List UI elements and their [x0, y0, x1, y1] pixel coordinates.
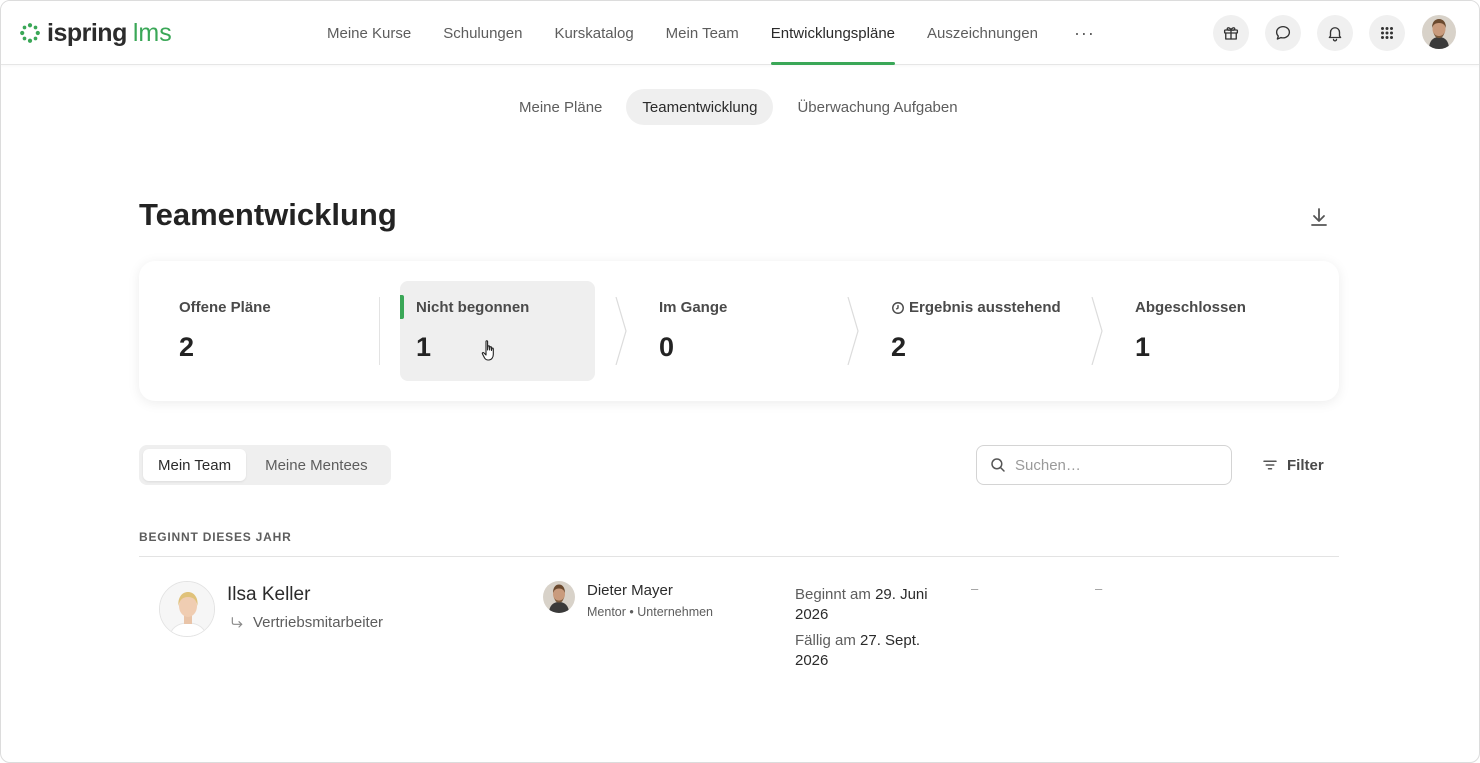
user-avatar[interactable]	[1422, 15, 1456, 49]
start-date-line: Beginnt am 29. Juni 2026	[795, 585, 945, 625]
divider	[379, 297, 380, 365]
plan-dates: Beginnt am 29. Juni 2026 Fällig am 27. S…	[795, 585, 945, 671]
nav-more-button[interactable]: ···	[1054, 1, 1115, 65]
due-date-line: Fällig am 27. Sept. 2026	[795, 631, 945, 671]
stat-value: 1	[1135, 332, 1151, 362]
employee-role-label: Vertriebsmitarbeiter	[253, 614, 384, 631]
chat-button[interactable]	[1265, 15, 1301, 51]
empty-cell: –	[1095, 581, 1103, 596]
employee-avatar	[159, 581, 215, 637]
nav-item-schulungen[interactable]: Schulungen	[427, 1, 538, 65]
user-avatar-image	[1422, 15, 1456, 49]
stat-ergebnis-ausstehend[interactable]: Ergebnis ausstehend 2	[875, 281, 1095, 381]
chevron-divider	[1091, 297, 1103, 365]
bell-icon	[1328, 27, 1342, 42]
stat-value: 2	[179, 332, 195, 362]
top-navigation-bar: ispring lms Meine Kurse Schulungen Kursk…	[1, 1, 1479, 65]
status-summary-card: Offene Pläne 2 Nicht begonnen 1 Im Gange…	[139, 261, 1339, 401]
nav-item-meine-kurse[interactable]: Meine Kurse	[311, 1, 427, 65]
stat-label-row: Ergebnis ausstehend	[891, 299, 1079, 316]
stat-nicht-begonnen[interactable]: Nicht begonnen 1	[400, 281, 595, 381]
stat-value: 2	[891, 332, 907, 362]
stat-label: Offene Pläne	[179, 299, 271, 316]
search-input[interactable]	[1015, 456, 1215, 474]
segment-mein-team[interactable]: Mein Team	[143, 449, 247, 481]
search-box	[976, 445, 1232, 485]
tab-teamentwicklung[interactable]: Teamentwicklung	[626, 89, 774, 125]
due-date-label: Fällig am	[795, 632, 856, 649]
filter-label: Filter	[1287, 456, 1324, 474]
start-date-label: Beginnt am	[795, 586, 871, 603]
nav-item-entwicklungsplaene[interactable]: Entwicklungspläne	[755, 1, 911, 65]
nav-item-auszeichnungen[interactable]: Auszeichnungen	[911, 1, 1054, 65]
filter-button[interactable]: Filter	[1261, 453, 1324, 477]
mentor-role: Mentor	[587, 605, 626, 619]
stat-label: Im Gange	[659, 299, 728, 316]
chat-icon	[1275, 25, 1291, 40]
stat-label: Abgeschlossen	[1135, 299, 1246, 316]
mentor-name: Dieter Mayer	[587, 582, 673, 599]
logo-product-text: lms	[132, 18, 172, 47]
subtabs: Meine Pläne Teamentwicklung Überwachung …	[503, 89, 974, 125]
section-heading: BEGINNT DIESES JAHR	[139, 530, 292, 544]
nav-item-kurskatalog[interactable]: Kurskatalog	[538, 1, 649, 65]
nav-item-mein-team[interactable]: Mein Team	[650, 1, 755, 65]
table-row[interactable]: Ilsa Keller Vertriebsmitarbeiter Dieter …	[139, 557, 1339, 687]
logo[interactable]: ispring lms	[19, 17, 172, 49]
gift-icon	[1223, 27, 1239, 40]
gift-button[interactable]	[1213, 15, 1249, 51]
employee-role: Vertriebsmitarbeiter	[229, 614, 383, 631]
employee-avatar-image	[160, 582, 214, 636]
team-segment-control: Mein Team Meine Mentees	[139, 445, 391, 485]
stat-im-gange[interactable]: Im Gange 0	[643, 281, 843, 381]
chevron-divider	[615, 297, 627, 365]
tab-ueberwachung-aufgaben[interactable]: Überwachung Aufgaben	[781, 89, 973, 125]
subordinate-arrow-icon	[231, 616, 243, 628]
stat-abgeschlossen[interactable]: Abgeschlossen 1	[1119, 281, 1319, 381]
apps-button[interactable]	[1369, 15, 1405, 51]
mentor-meta: Mentor • Unternehmen	[587, 605, 713, 619]
empty-cell: –	[971, 581, 979, 596]
app-window: ispring lms Meine Kurse Schulungen Kursk…	[0, 0, 1480, 763]
main-nav: Meine Kurse Schulungen Kurskatalog Mein …	[311, 1, 1115, 65]
download-icon[interactable]	[1307, 205, 1331, 229]
mentor-avatar	[543, 581, 575, 613]
stat-label: Ergebnis ausstehend	[909, 299, 1061, 316]
mentor-meta-separator: •	[629, 605, 634, 619]
clock-icon	[892, 301, 904, 314]
mentor-avatar-image	[543, 581, 575, 613]
hand-cursor-icon	[481, 340, 494, 361]
employee-name[interactable]: Ilsa Keller	[227, 584, 310, 606]
mentor-scope: Unternehmen	[637, 605, 714, 619]
ispring-logo-icon	[20, 23, 40, 43]
search-icon	[991, 458, 1005, 472]
logo-brand-text: ispring	[47, 18, 127, 47]
stat-label: Nicht begonnen	[416, 299, 530, 316]
segment-meine-mentees[interactable]: Meine Mentees	[250, 449, 383, 481]
tab-meine-plaene[interactable]: Meine Pläne	[503, 89, 618, 125]
page-title: Teamentwicklung	[139, 197, 397, 232]
stat-value: 0	[659, 332, 675, 362]
stat-offene-plaene[interactable]: Offene Pläne 2	[163, 281, 363, 381]
apps-grid-icon	[1381, 27, 1393, 39]
filter-icon	[1263, 460, 1277, 470]
chevron-divider	[847, 297, 859, 365]
notifications-button[interactable]	[1317, 15, 1353, 51]
